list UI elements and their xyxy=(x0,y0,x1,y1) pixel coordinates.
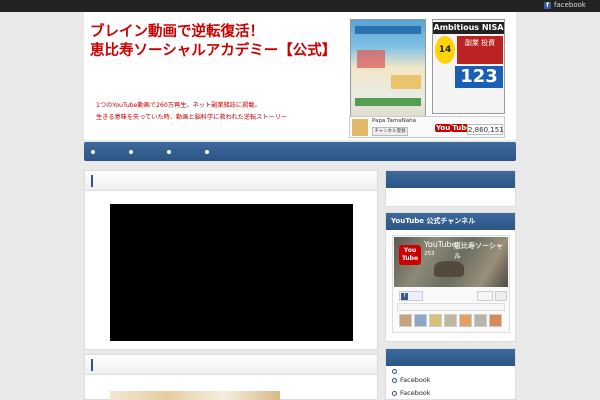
nav-item[interactable] xyxy=(167,146,191,158)
facebook-icon: f xyxy=(544,1,552,9)
channel-banner-image: You Tube YouTube 253 恵比寿ソーシャル xyxy=(394,237,508,287)
sidebar-link-label[interactable]: Facebook xyxy=(400,374,431,387)
channel-card-title[interactable]: YouTube xyxy=(424,240,457,249)
channel-card-count: 253 xyxy=(424,251,435,257)
site-header: ブレイン動画で逆転復活！ 恵比寿ソーシャルアカデミー【公式】 1つのYouTub… xyxy=(84,12,516,140)
video-thumbnail[interactable] xyxy=(399,314,412,327)
video-player[interactable] xyxy=(110,204,353,341)
google-plus-button[interactable] xyxy=(477,291,493,301)
magazine-red-text: 副業 投資 xyxy=(457,36,503,64)
magazine-block xyxy=(357,50,385,68)
video-thumbnail[interactable] xyxy=(429,314,442,327)
bullet-icon xyxy=(392,378,397,383)
channel-subscribe-bar[interactable] xyxy=(397,303,505,311)
nav-bullet-icon xyxy=(167,149,171,154)
magazine-block xyxy=(391,75,421,89)
nav-item[interactable] xyxy=(205,146,229,158)
facebook-link-label[interactable]: facebook xyxy=(554,1,586,9)
channel-brand-text: 恵比寿ソーシャル xyxy=(454,242,503,260)
magazine-title: Ambitious NISA xyxy=(433,22,504,34)
nav-bullet-icon xyxy=(91,149,95,154)
sidebar-widget-header xyxy=(386,349,515,366)
video-thumbnail[interactable] xyxy=(474,314,487,327)
nav-item[interactable] xyxy=(129,146,153,158)
tagline-line1: 1つのYouTube動画で260万再生、ネット副業雑誌に掲載。 xyxy=(96,102,261,109)
magazine-badge: 14 xyxy=(435,36,455,64)
channel-button[interactable] xyxy=(495,291,507,301)
video-thumbnail[interactable] xyxy=(444,314,457,327)
video-thumbnail[interactable] xyxy=(414,314,427,327)
facebook-share-button[interactable]: f xyxy=(399,291,423,301)
sidebar-widget xyxy=(385,170,516,207)
post-image xyxy=(110,391,280,400)
subscribe-button[interactable]: チャンネル登録 xyxy=(372,127,408,136)
video-thumbnail[interactable] xyxy=(489,314,502,327)
video-thumbnail[interactable] xyxy=(459,314,472,327)
subscriber-count: 2,860,151 xyxy=(467,124,504,135)
youtube-channel-widget: YouTube 公式チャンネル You Tube YouTube 253 恵比寿… xyxy=(385,212,516,342)
site-title-line1[interactable]: ブレイン動画で逆転復活！ xyxy=(90,22,340,41)
heading-accent-bar xyxy=(91,359,93,371)
youtube-badge-icon: You Tube xyxy=(399,245,421,265)
site-tagline: 1つのYouTube動画で260万再生、ネット副業雑誌に掲載。 生きる意味を失っ… xyxy=(96,100,287,124)
sidebar-link[interactable]: Facebook xyxy=(392,374,431,387)
sidebar-link-list: Facebook Facebook xyxy=(392,369,431,399)
sidebar-link[interactable]: Facebook xyxy=(392,387,431,399)
channel-avatar xyxy=(352,119,368,136)
tagline-line2: 生きる意味を失っていた時、動画と脳科学に救われた逆転ストーリー xyxy=(96,114,288,121)
cat-image xyxy=(434,261,464,277)
site-title-line2[interactable]: 恵比寿ソーシャルアカデミー【公式】 xyxy=(90,41,340,60)
main-post-box-2 xyxy=(84,354,378,400)
nav-bullet-icon xyxy=(129,149,133,154)
heading-accent-bar xyxy=(91,175,93,187)
sidebar-widget-header xyxy=(386,171,515,188)
site-title[interactable]: ブレイン動画で逆転復活！ 恵比寿ソーシャルアカデミー【公式】 xyxy=(90,22,340,60)
post-header xyxy=(85,171,377,191)
video-thumbnails xyxy=(399,314,502,327)
nav-bullet-icon xyxy=(205,149,209,154)
bullet-icon xyxy=(392,369,397,374)
magazine-band xyxy=(355,98,421,106)
sidebar-link-label[interactable]: Facebook xyxy=(400,387,431,399)
top-bar: f facebook xyxy=(0,0,600,12)
facebook-icon: f xyxy=(401,293,408,300)
magazine-big-number: 123 xyxy=(455,66,503,88)
bullet-icon xyxy=(392,391,397,396)
youtube-channel-card[interactable]: You Tube YouTube 253 恵比寿ソーシャル f xyxy=(392,235,510,333)
youtube-logo-you: You xyxy=(435,124,452,132)
youtube-subscribe-widget: Papa TamaNaha チャンネル登録 You Tube 2,860,151 xyxy=(349,116,505,138)
channel-name[interactable]: Papa TamaNaha xyxy=(372,118,416,124)
post-header xyxy=(85,355,377,375)
main-nav xyxy=(84,142,516,161)
main-post-box xyxy=(84,170,378,350)
magazine-band xyxy=(355,26,421,34)
magazine-page-image xyxy=(350,19,426,127)
facebook-link[interactable]: f facebook xyxy=(544,1,586,9)
nav-item[interactable] xyxy=(91,146,115,158)
sidebar-widget-title: YouTube 公式チャンネル xyxy=(386,213,515,230)
magazine-cover-image: Ambitious NISA 14 副業 投資 123 xyxy=(432,19,505,114)
sidebar-links-widget: Facebook Facebook xyxy=(385,348,516,400)
